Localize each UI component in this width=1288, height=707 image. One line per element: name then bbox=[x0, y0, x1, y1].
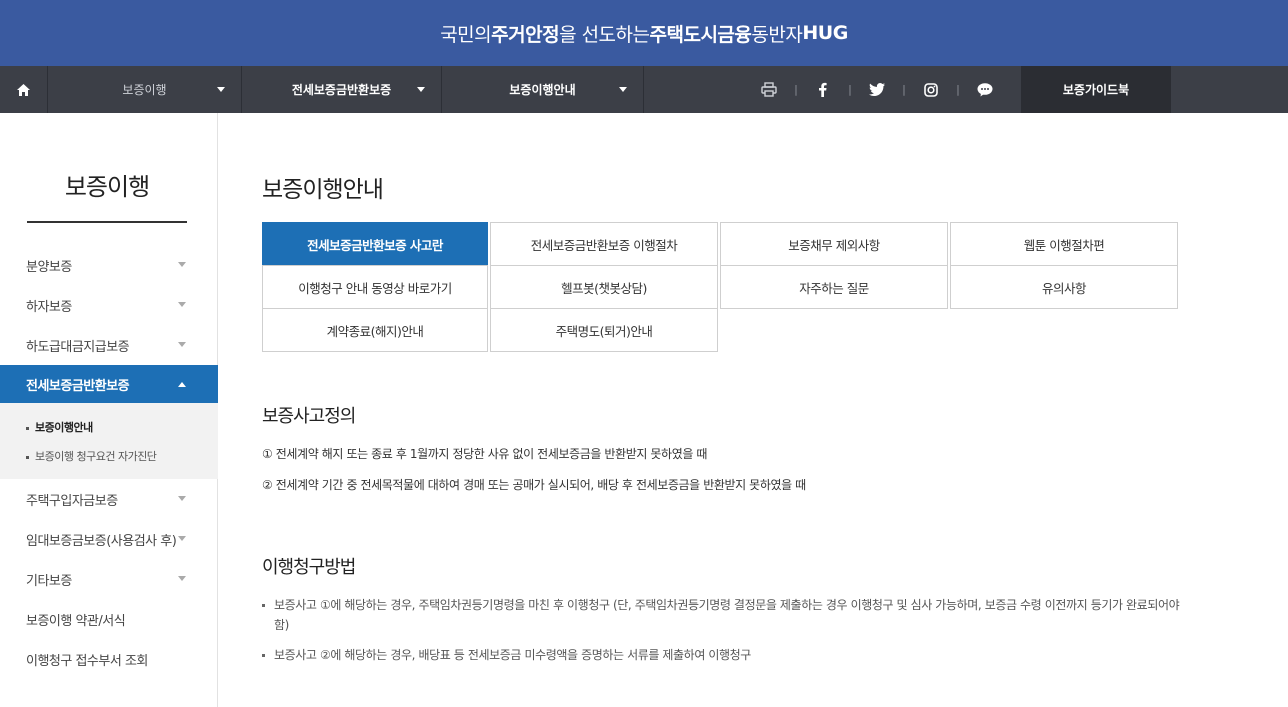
tab-contract-termination[interactable]: 계약종료(해지)안내 bbox=[262, 308, 488, 352]
instagram-icon bbox=[924, 82, 938, 97]
definition-item: ② 전세계약 기간 중 전세목적물에 대하여 경매 또는 공매가 실시되어, 배… bbox=[262, 478, 806, 492]
sidebar-subitem-label: 보증이행안내 bbox=[35, 421, 93, 434]
banner-text-2: 주거안정 bbox=[491, 23, 560, 46]
sidebar-menu: 분양보증 하자보증 하도급대금지급보증 전세보증금반환보증 보증이행안내 보증이… bbox=[0, 245, 218, 679]
chevron-down-icon bbox=[217, 87, 225, 92]
tab-video-guide[interactable]: 이행청구 안내 동영상 바로가기 bbox=[262, 265, 488, 309]
sidebar-item-label: 기타보증 bbox=[26, 573, 72, 589]
sidebar-item-label: 임대보증금보증(사용검사 후) bbox=[26, 533, 177, 549]
sidebar-item-defect[interactable]: 하자보증 bbox=[0, 285, 218, 325]
banner-text-5: 동반자 bbox=[751, 23, 803, 46]
page-title: 보증이행안내 bbox=[262, 177, 384, 203]
chevron-down-icon bbox=[619, 87, 627, 92]
banner-text-6: HUG bbox=[802, 22, 848, 44]
tab-faq[interactable]: 자주하는 질문 bbox=[720, 265, 948, 309]
guarantee-guidebook-link[interactable]: 보증가이드북 bbox=[1021, 66, 1171, 113]
tab-accident-definition[interactable]: 전세보증금반환보증 사고란 bbox=[262, 222, 488, 266]
top-banner: 국민의 주거안정 을 선도하는 주택도시금융 동반자 HUG bbox=[0, 0, 1288, 66]
home-icon bbox=[17, 83, 30, 96]
tab-notes[interactable]: 유의사항 bbox=[950, 265, 1178, 309]
sidebar-item-label: 하도급대금지급보증 bbox=[26, 339, 130, 355]
sidebar-subitem-self-diagnosis[interactable]: 보증이행 청구요건 자가진단 bbox=[26, 442, 218, 471]
sidebar-item-label: 이행청구 접수부서 조회 bbox=[26, 653, 148, 669]
nav-menu-guarantee-performance[interactable]: 보증이행 bbox=[48, 66, 242, 113]
sidebar-item-presale[interactable]: 분양보증 bbox=[0, 245, 218, 285]
instagram-button[interactable] bbox=[913, 66, 949, 113]
share-tools: | | | | bbox=[644, 66, 1021, 113]
sidebar-item-terms-forms[interactable]: 보증이행 약관/서식 bbox=[0, 599, 218, 639]
definition-item: ① 전세계약 해지 또는 종료 후 1월까지 정당한 사유 없이 전세보증금을 … bbox=[262, 447, 708, 461]
main-nav: 보증이행 전세보증금반환보증 보증이행안내 | | | | 보증가이드북 bbox=[0, 66, 1288, 113]
nav-menu-label: 전세보증금반환보증 bbox=[291, 83, 392, 97]
sidebar-divider bbox=[27, 221, 187, 223]
chevron-down-icon bbox=[178, 536, 186, 541]
nav-menu-label: 보증이행안내 bbox=[509, 83, 576, 97]
chevron-down-icon bbox=[417, 87, 425, 92]
content-tabs: 전세보증금반환보증 사고란 전세보증금반환보증 이행절차 보증채무 제외사항 웹… bbox=[262, 222, 1178, 352]
sidebar-item-label: 하자보증 bbox=[26, 299, 72, 315]
separator: | bbox=[794, 83, 798, 96]
twitter-button[interactable] bbox=[859, 66, 895, 113]
banner-text-4: 주택도시금융 bbox=[649, 23, 752, 46]
claim-method-item: 보증사고 ②에 해당하는 경우, 배당표 등 전세보증금 미수령액을 증명하는 … bbox=[262, 645, 1182, 665]
chevron-up-icon bbox=[178, 382, 186, 387]
twitter-icon bbox=[869, 83, 885, 96]
sidebar-item-label: 분양보증 bbox=[26, 259, 72, 275]
facebook-icon bbox=[819, 82, 827, 97]
separator: | bbox=[956, 83, 960, 96]
sidebar-item-label: 보증이행 약관/서식 bbox=[26, 613, 126, 629]
sidebar-item-home-purchase[interactable]: 주택구입자금보증 bbox=[0, 479, 218, 519]
nav-menu-label: 보증이행 bbox=[122, 83, 167, 97]
sidebar-item-other[interactable]: 기타보증 bbox=[0, 559, 218, 599]
tab-webtoon[interactable]: 웹툰 이행절차편 bbox=[950, 222, 1178, 266]
nav-menu-performance-guide[interactable]: 보증이행안내 bbox=[442, 66, 644, 113]
facebook-button[interactable] bbox=[805, 66, 841, 113]
sidebar-item-dept-lookup[interactable]: 이행청구 접수부서 조회 bbox=[0, 639, 218, 679]
sidebar-subitem-label: 보증이행 청구요건 자가진단 bbox=[35, 450, 157, 463]
bullet-icon bbox=[26, 455, 29, 459]
sidebar-item-label: 전세보증금반환보증 bbox=[26, 378, 130, 394]
chevron-down-icon bbox=[178, 262, 186, 267]
nav-menu-jeonse-return[interactable]: 전세보증금반환보증 bbox=[242, 66, 442, 113]
sidebar-title: 보증이행 bbox=[64, 173, 150, 201]
banner-text-1: 국민의 bbox=[440, 23, 492, 46]
sidebar-item-jeonse-return[interactable]: 전세보증금반환보증 bbox=[0, 365, 218, 403]
separator: | bbox=[902, 83, 906, 96]
chat-bubble-icon bbox=[977, 82, 993, 96]
kakaotalk-button[interactable] bbox=[967, 66, 1003, 113]
tab-eviction[interactable]: 주택명도(퇴거)안내 bbox=[490, 308, 718, 352]
sidebar: 보증이행 분양보증 하자보증 하도급대금지급보증 전세보증금반환보증 보증이행안… bbox=[0, 113, 218, 707]
chevron-down-icon bbox=[178, 576, 186, 581]
claim-method-item: 보증사고 ①에 해당하는 경우, 주택임차권등기명령을 마친 후 이행청구 (단… bbox=[262, 595, 1182, 635]
home-button[interactable] bbox=[0, 66, 48, 113]
section-heading-accident-definition: 보증사고정의 bbox=[262, 406, 356, 427]
chevron-down-icon bbox=[178, 302, 186, 307]
sidebar-item-rental-deposit[interactable]: 임대보증금보증(사용검사 후) bbox=[0, 519, 218, 559]
tab-exclusions[interactable]: 보증채무 제외사항 bbox=[720, 222, 948, 266]
print-icon bbox=[761, 82, 777, 97]
separator: | bbox=[848, 83, 852, 96]
sidebar-item-subcontract[interactable]: 하도급대금지급보증 bbox=[0, 325, 218, 365]
sidebar-item-label: 주택구입자금보증 bbox=[26, 493, 118, 509]
chevron-down-icon bbox=[178, 496, 186, 501]
tab-helpbot[interactable]: 헬프봇(챗봇상담) bbox=[490, 265, 718, 309]
section-heading-claim-method: 이행청구방법 bbox=[262, 557, 356, 578]
banner-text-3: 을 선도하는 bbox=[559, 23, 650, 46]
sidebar-subitem-performance-guide[interactable]: 보증이행안내 bbox=[26, 413, 218, 442]
tab-performance-procedure[interactable]: 전세보증금반환보증 이행절차 bbox=[490, 222, 718, 266]
guidebook-label: 보증가이드북 bbox=[1062, 83, 1130, 97]
sidebar-submenu: 보증이행안내 보증이행 청구요건 자가진단 bbox=[0, 403, 218, 479]
chevron-down-icon bbox=[178, 342, 186, 347]
print-button[interactable] bbox=[751, 66, 787, 113]
bullet-icon bbox=[26, 426, 29, 430]
